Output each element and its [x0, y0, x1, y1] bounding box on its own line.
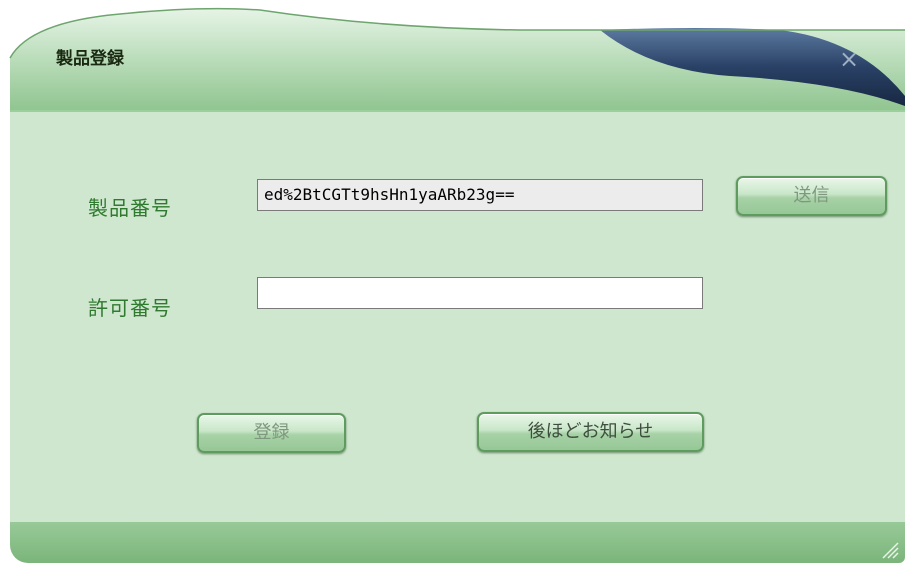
- product-number-label: 製品番号: [88, 196, 172, 220]
- register-button[interactable]: 登録: [197, 413, 346, 453]
- product-number-field[interactable]: ed%2BtCGTt9hsHn1yaARb23g==: [257, 179, 703, 211]
- status-bar: [10, 522, 905, 563]
- title-bar[interactable]: [0, 0, 905, 115]
- license-number-field[interactable]: [257, 277, 703, 309]
- license-number-label: 許可番号: [88, 296, 172, 320]
- send-button[interactable]: 送信: [736, 176, 887, 216]
- close-icon[interactable]: ×: [834, 44, 864, 74]
- notify-later-button[interactable]: 後ほどお知らせ: [477, 412, 704, 452]
- window-title: 製品登録: [56, 49, 124, 69]
- resize-grip-icon[interactable]: [877, 537, 899, 559]
